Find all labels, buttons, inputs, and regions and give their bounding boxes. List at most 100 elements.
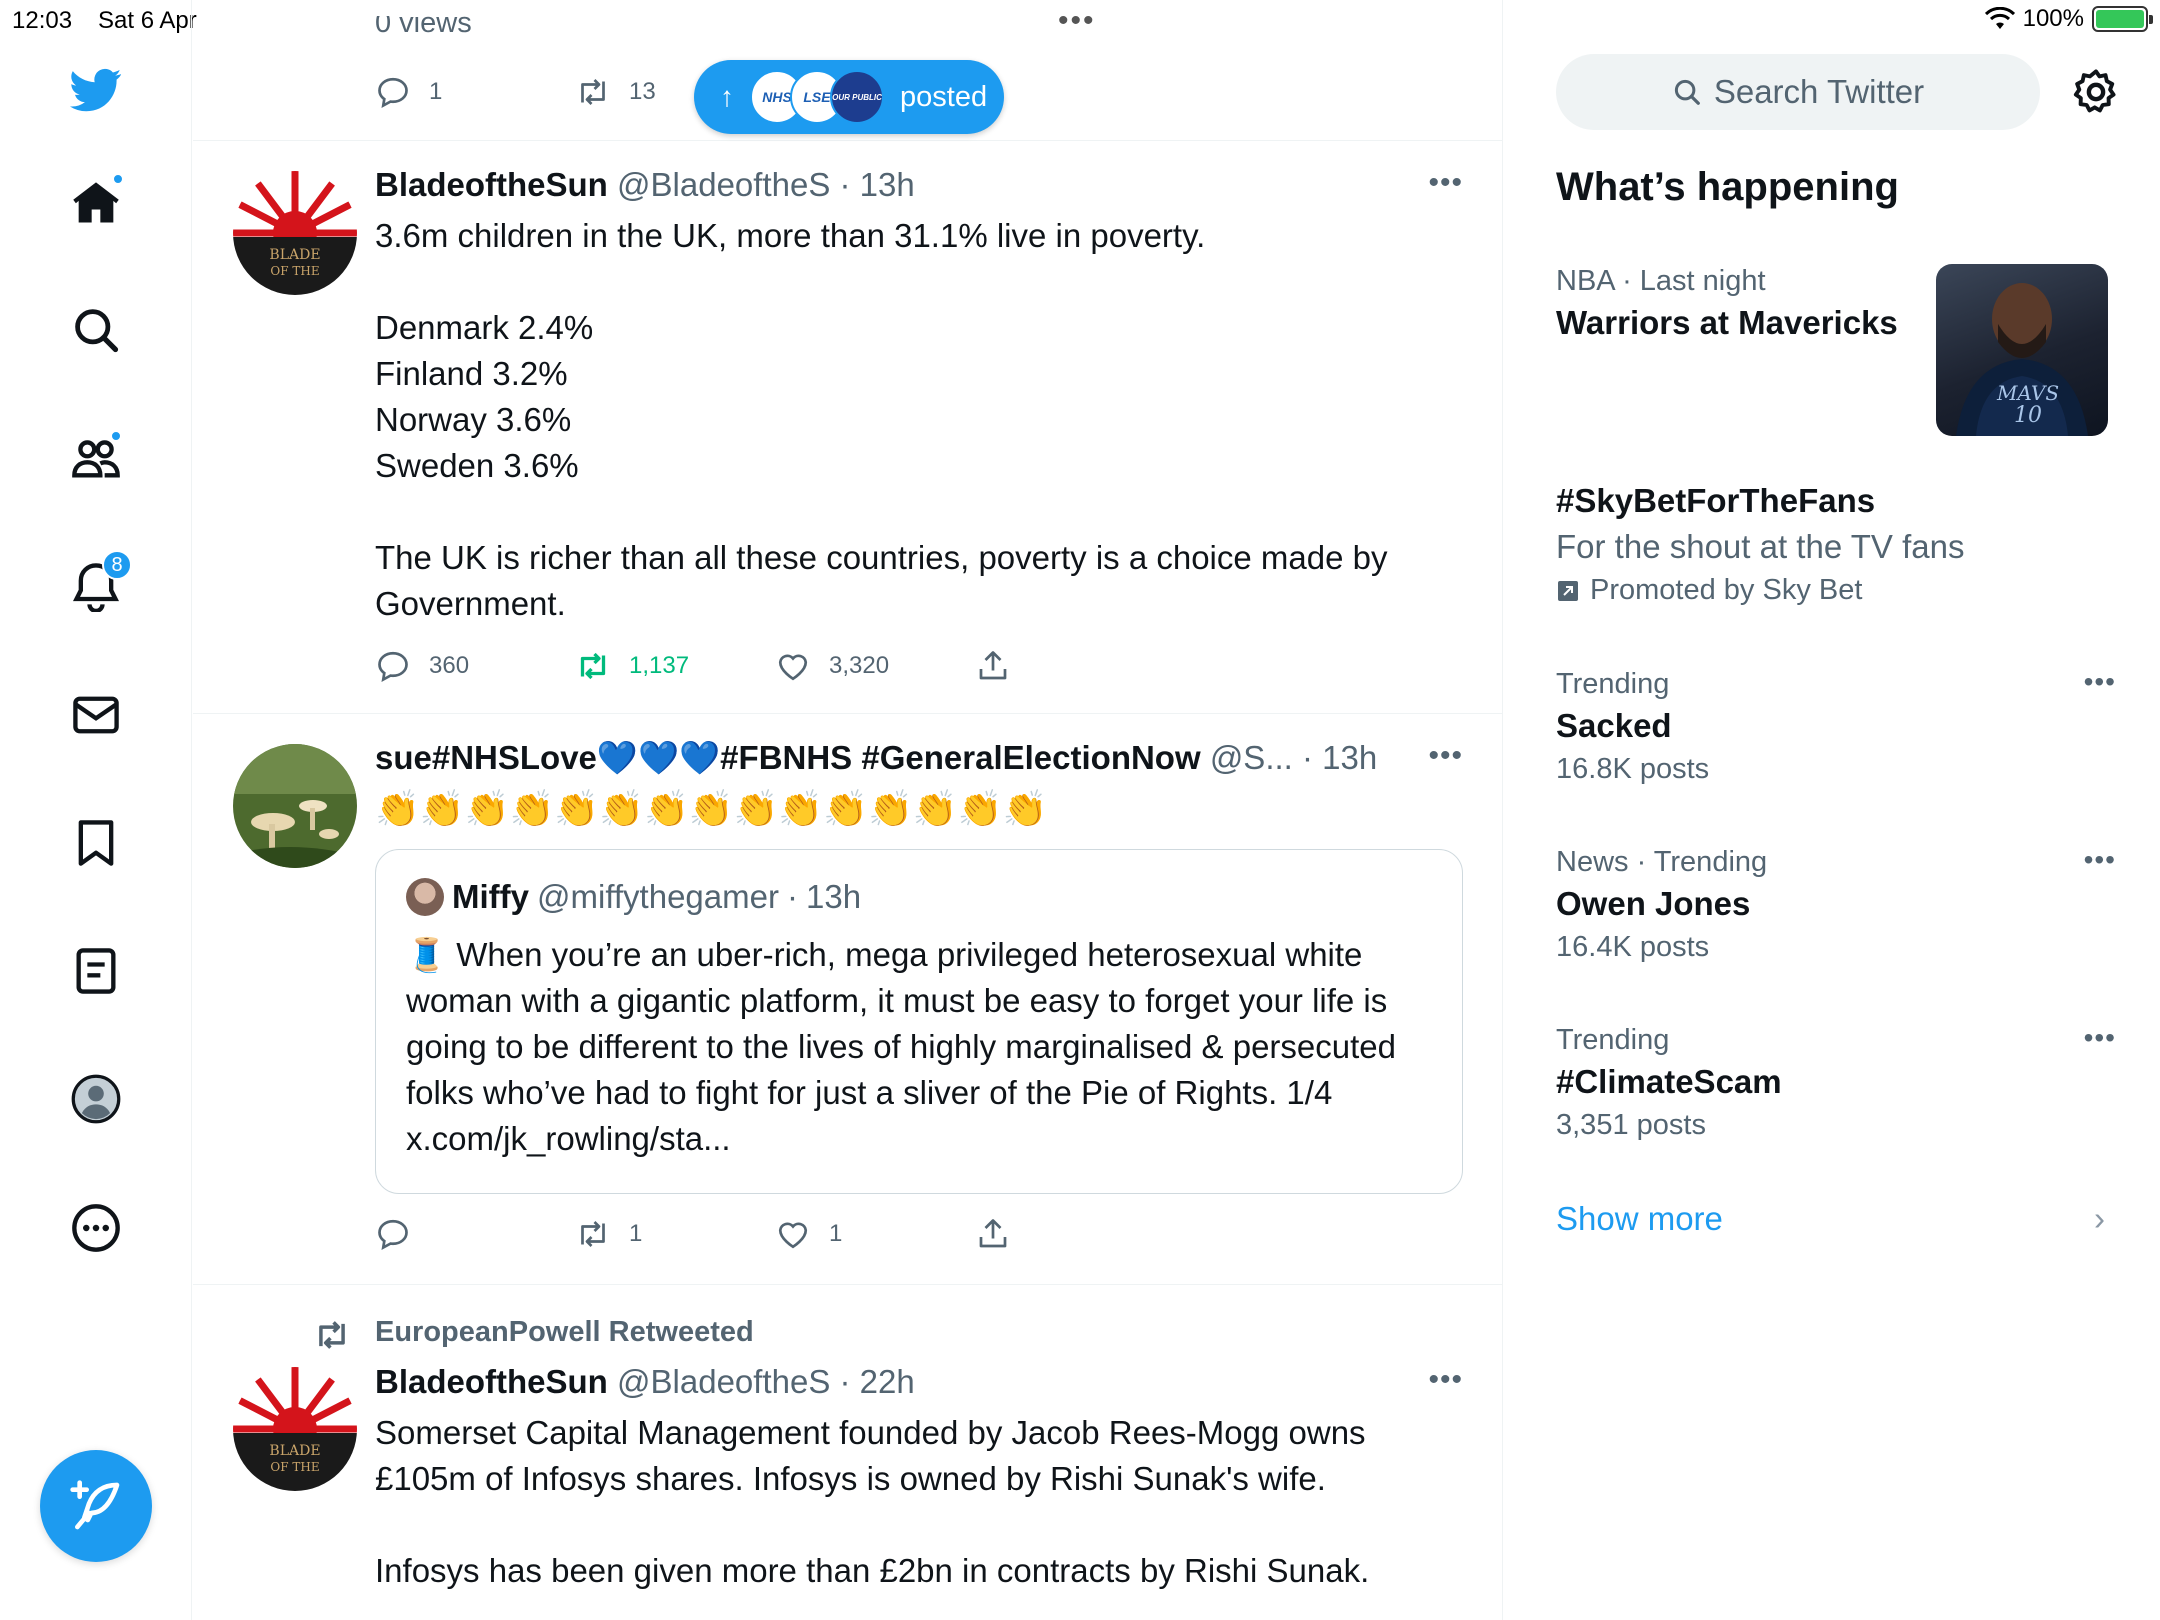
trend-name: Sacked: [1556, 707, 1672, 744]
trend-meta: Trending: [1556, 668, 1670, 700]
like-count: 1: [829, 1220, 843, 1247]
home-icon: [73, 182, 119, 223]
trend-name: #ClimateScam: [1556, 1063, 1782, 1100]
like-button[interactable]: 3,320: [775, 646, 889, 686]
handle[interactable]: @BladeoftheS: [617, 166, 830, 203]
reply-count: 1: [429, 78, 443, 105]
retweet-count: 1,137: [629, 652, 690, 679]
retweet-icon: [580, 652, 606, 680]
nav-explore[interactable]: [56, 290, 136, 370]
reply-count: 360: [429, 652, 470, 679]
nav-communities[interactable]: [56, 418, 136, 498]
tweet-text: 👏👏👏👏👏👏👏👏👏👏👏👏👏👏👏: [375, 788, 1048, 829]
nav-home[interactable]: [56, 163, 136, 243]
whats-happening-title: What’s happening: [1556, 165, 1899, 209]
retweeted-icon: [319, 1321, 345, 1349]
avatar[interactable]: [233, 744, 357, 868]
search-input[interactable]: Search Twitter: [1556, 54, 2040, 130]
more-circle-icon: [72, 1204, 120, 1252]
views-count: 0 views: [375, 16, 472, 39]
reply-icon: [378, 77, 408, 108]
more-options-icon[interactable]: •••: [1428, 1363, 1463, 1397]
share-button[interactable]: [975, 646, 1011, 686]
nav-messages[interactable]: [56, 675, 136, 755]
retweet-icon: [581, 79, 605, 105]
posted-avatar-our-public: OUR PUBLIC: [830, 70, 884, 124]
avatar[interactable]: BLADE OF THE: [233, 1367, 357, 1491]
share-button[interactable]: [975, 1214, 1011, 1254]
heart-icon: [778, 1222, 808, 1249]
tweet[interactable]: BLADE OF THE BladeoftheSun @BladeoftheS …: [193, 141, 1502, 714]
handle[interactable]: @S...: [1210, 739, 1293, 776]
share-icon: [979, 651, 1007, 680]
list-icon: [76, 948, 116, 994]
search-icon: [75, 309, 119, 353]
reply-button[interactable]: 360: [375, 646, 469, 686]
tweet-header: BladeoftheSun @BladeoftheS · 22h: [375, 1363, 915, 1400]
retweet-button[interactable]: 1,137: [575, 646, 689, 686]
home-unread-dot: [112, 173, 124, 185]
trend-post-count: 3,351 posts: [1556, 1109, 1706, 1141]
trend-more-icon[interactable]: •••: [2084, 844, 2116, 876]
quoted-tweet[interactable]: Miffy @miffythegamer · 13h 🧵 When you’re a…: [375, 849, 1463, 1194]
share-icon: [979, 1219, 1007, 1248]
display-name[interactable]: sue#NHSLove💙💙💙#FBNHS #GeneralElectionNow: [375, 739, 1201, 776]
jersey-text: MAVS: [1996, 381, 2059, 405]
more-options-icon[interactable]: •••: [1428, 166, 1463, 200]
trend-name: Owen Jones: [1556, 885, 1751, 922]
promoted-trend-item[interactable]: #SkyBetForTheFans For the shout at the T…: [1556, 482, 2116, 607]
trend-item[interactable]: Trending Sacked 16.8K posts •••: [1556, 666, 2116, 786]
heart-icon: [778, 654, 808, 681]
tweet[interactable]: EuropeanPowell Retweeted BLADE OF THE Bl…: [193, 1285, 1502, 1620]
timestamp[interactable]: 13h: [860, 166, 915, 203]
trend-image[interactable]: MAVS 10: [1936, 264, 2108, 436]
reply-button[interactable]: 1: [375, 72, 442, 112]
arrow-up-icon: ↑: [720, 81, 734, 112]
nav-more[interactable]: [56, 1188, 136, 1268]
gear-icon[interactable]: [2070, 66, 2122, 118]
trend-more-icon[interactable]: •••: [2084, 1022, 2116, 1054]
retweet-icon: [581, 1221, 605, 1247]
compose-tweet-button[interactable]: [40, 1450, 152, 1562]
more-options-icon[interactable]: •••: [1428, 739, 1463, 773]
display-name[interactable]: BladeoftheSun: [375, 166, 608, 203]
twitter-logo-icon[interactable]: [56, 50, 136, 130]
trend-more-icon[interactable]: •••: [2084, 666, 2116, 698]
nav-lists[interactable]: [56, 931, 136, 1011]
search-placeholder: Search Twitter: [1713, 73, 1925, 110]
timestamp[interactable]: 22h: [860, 1363, 915, 1400]
new-posts-pill[interactable]: ↑ NHS LSE OUR PUBLIC posted: [694, 60, 1004, 134]
trend-description: For the shout at the TV fans: [1556, 528, 1965, 565]
reply-icon: [378, 1219, 408, 1250]
mail-icon: [73, 696, 119, 734]
show-more-link[interactable]: Show more: [1556, 1200, 1723, 1238]
tweet-header: BladeoftheSun @BladeoftheS · 13h: [375, 166, 915, 203]
svg-text:OF THE: OF THE: [270, 264, 319, 278]
nav-bookmarks[interactable]: [56, 803, 136, 883]
retweeted-by-label[interactable]: EuropeanPowell Retweeted: [375, 1316, 754, 1349]
notifications-badge: 8: [102, 550, 132, 580]
avatar-text: BLADE: [269, 247, 320, 263]
like-button[interactable]: 1: [775, 1214, 842, 1254]
trend-item[interactable]: Trending #ClimateScam 3,351 posts •••: [1556, 1022, 2116, 1142]
quoted-display-name: Miffy: [452, 878, 529, 915]
nav-profile[interactable]: [56, 1059, 136, 1139]
compose-feather-icon: [70, 1480, 120, 1530]
display-name[interactable]: BladeoftheSun: [375, 1363, 608, 1400]
reply-button[interactable]: [375, 1214, 429, 1254]
tweet[interactable]: sue#NHSLove💙💙💙#FBNHS #GeneralElectionNow…: [193, 714, 1502, 1285]
retweet-button[interactable]: 13: [575, 72, 656, 112]
right-sidebar: Search Twitter What’s happening NBA · La…: [1504, 0, 2160, 1620]
timeline: 0 views 1 13 ↑ NHS LSE OUR PUBLIC posted: [193, 0, 1503, 1620]
trend-name: #SkyBetForTheFans: [1556, 482, 1876, 519]
nav-notifications[interactable]: 8: [56, 546, 136, 626]
retweet-button[interactable]: 1: [575, 1214, 642, 1254]
svg-text:BLADE: BLADE: [269, 1443, 320, 1459]
timestamp[interactable]: 13h: [1322, 739, 1377, 776]
promoted-icon: [1558, 580, 1578, 601]
tweet-text: Somerset Capital Management founded by J…: [375, 1414, 1370, 1589]
trend-item[interactable]: News · Trending Owen Jones 16.4K posts •…: [1556, 844, 2116, 964]
bookmark-icon: [78, 820, 114, 866]
avatar[interactable]: BLADE OF THE: [233, 171, 357, 295]
handle[interactable]: @BladeoftheS: [617, 1363, 830, 1400]
